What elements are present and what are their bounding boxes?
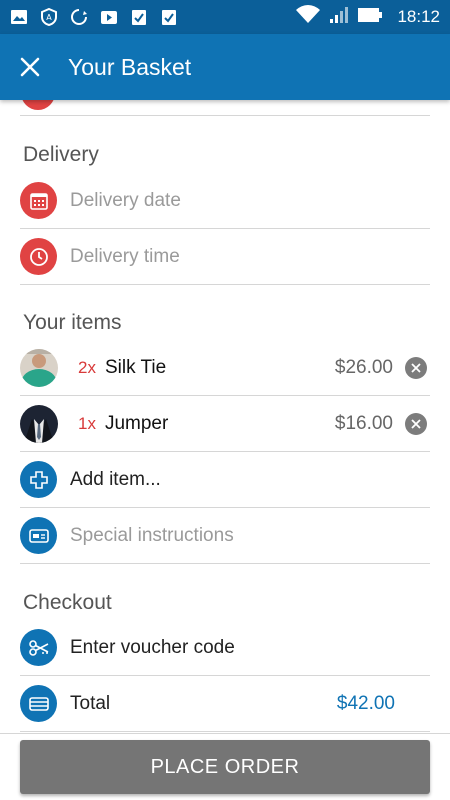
delivery-date-placeholder: Delivery date <box>70 189 181 211</box>
status-bar: A 18:12 <box>0 0 450 34</box>
partial-row <box>20 100 430 116</box>
delivery-time-placeholder: Delivery time <box>70 245 180 267</box>
bottom-bar: PLACE ORDER <box>0 733 450 800</box>
close-button[interactable] <box>16 53 44 81</box>
total-row: Total $42.00 <box>20 676 430 732</box>
total-label: Total <box>70 692 111 714</box>
special-instructions-field[interactable]: Special instructions <box>20 508 430 564</box>
signal-icon <box>329 6 349 29</box>
basket-item-row[interactable]: 2x Silk Tie $26.00 <box>20 340 430 396</box>
item-price: $16.00 <box>334 412 393 434</box>
delivery-time-field[interactable]: Delivery time <box>20 229 430 285</box>
items-section-title: Your items <box>23 311 122 334</box>
product-avatar <box>20 404 58 443</box>
svg-text:A: A <box>46 13 52 22</box>
item-quantity: 1x <box>78 413 96 433</box>
sync-icon <box>70 8 88 26</box>
product-avatar <box>20 348 58 387</box>
place-order-button[interactable]: PLACE ORDER <box>20 740 430 794</box>
card-icon <box>20 685 57 722</box>
battery-icon <box>357 7 383 28</box>
close-icon <box>20 57 40 77</box>
checkout-section-title: Checkout <box>23 591 112 614</box>
clipboard-check-icon <box>130 8 148 26</box>
plus-icon <box>20 461 57 498</box>
basket-item-row[interactable]: 1x Jumper $16.00 <box>20 396 430 452</box>
special-instructions-placeholder: Special instructions <box>70 524 234 546</box>
add-item-button[interactable]: Add item... <box>20 452 430 508</box>
close-icon <box>411 362 421 373</box>
image-icon <box>10 8 28 26</box>
delivery-section-title: Delivery <box>23 143 99 166</box>
add-item-label: Add item... <box>70 468 161 490</box>
voucher-code-label: Enter voucher code <box>70 636 235 658</box>
delivery-date-field[interactable]: Delivery date <box>20 173 430 229</box>
status-time: 18:12 <box>397 7 440 26</box>
calendar-icon <box>20 182 57 219</box>
basket-content[interactable]: Delivery Delivery date Delivery time You… <box>0 100 450 733</box>
close-icon <box>411 418 421 429</box>
remove-item-button[interactable] <box>405 356 427 379</box>
total-value: $42.00 <box>336 692 395 714</box>
wifi-icon <box>295 4 321 30</box>
app-bar: Your Basket <box>0 34 450 100</box>
partial-icon <box>21 100 55 110</box>
remove-item-button[interactable] <box>405 412 427 435</box>
page-title: Your Basket <box>68 53 192 80</box>
item-name: Jumper <box>104 412 169 434</box>
note-icon <box>20 517 57 554</box>
video-icon <box>100 8 118 26</box>
clipboard-check-icon <box>160 8 178 26</box>
item-price: $26.00 <box>334 356 393 378</box>
item-name: Silk Tie <box>104 356 167 378</box>
voucher-code-field[interactable]: Enter voucher code <box>20 620 430 676</box>
shield-icon: A <box>40 8 58 26</box>
scissors-icon <box>20 629 57 666</box>
clock-icon <box>20 238 57 275</box>
item-quantity: 2x <box>78 357 96 377</box>
